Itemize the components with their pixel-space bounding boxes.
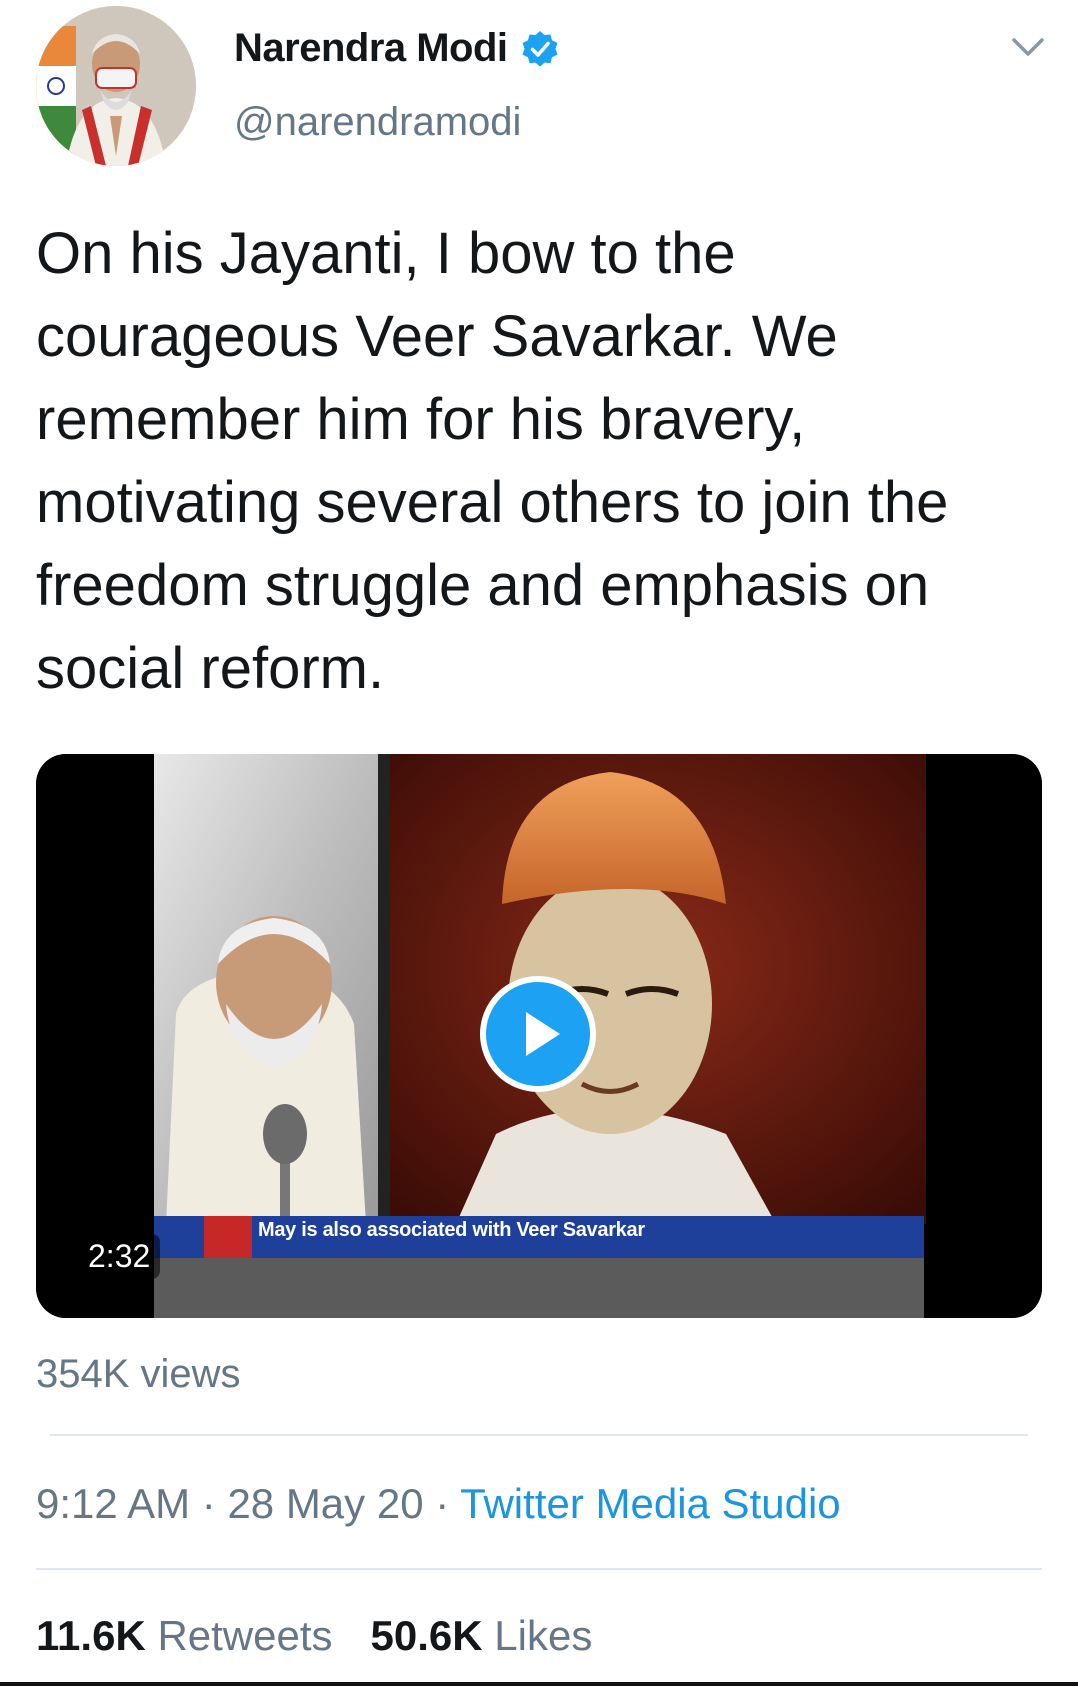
divider	[50, 1434, 1028, 1436]
bottom-border	[0, 1682, 1078, 1686]
engagement-stats: 11.6K Retweets 50.6K Likes	[36, 1612, 592, 1660]
likes-stat[interactable]: 50.6K Likes	[371, 1612, 593, 1659]
meta-separator: ·	[423, 1480, 461, 1527]
avatar-image	[36, 6, 196, 166]
retweets-stat[interactable]: 11.6K Retweets	[36, 1612, 333, 1659]
chevron-down-icon[interactable]	[1010, 34, 1046, 60]
divider	[36, 1568, 1042, 1570]
tweet-meta: 9:12 AM · 28 May 20 · Twitter Media Stud…	[36, 1480, 841, 1528]
retweets-count: 11.6K	[36, 1612, 146, 1659]
author-handle[interactable]: @narendramodi	[234, 100, 521, 145]
video-caption-ticker: May is also associated with Veer Savarka…	[258, 1219, 645, 1241]
video-duration: 2:32	[78, 1234, 161, 1279]
avatar[interactable]	[36, 6, 196, 166]
tweet-text: On his Jayanti, I bow to the courageous …	[36, 221, 949, 701]
tweet-source-link[interactable]: Twitter Media Studio	[460, 1480, 841, 1527]
author-name[interactable]: Narendra Modi	[234, 26, 508, 71]
likes-label: Likes	[494, 1612, 593, 1659]
likes-count: 50.6K	[370, 1612, 483, 1659]
video-player[interactable]: May is also associated with Veer Savarka…	[36, 754, 1042, 1318]
verified-badge-icon	[522, 30, 558, 67]
tweet-date[interactable]: 28 May 20	[227, 1480, 423, 1527]
retweets-label: Retweets	[157, 1612, 333, 1659]
view-count: 354K views	[36, 1352, 241, 1396]
play-button[interactable]	[480, 976, 596, 1092]
author-name-row[interactable]: Narendra Modi	[234, 26, 560, 71]
tweet-time[interactable]: 9:12 AM	[36, 1480, 190, 1527]
play-icon	[526, 1012, 560, 1056]
meta-separator: ·	[190, 1480, 228, 1527]
